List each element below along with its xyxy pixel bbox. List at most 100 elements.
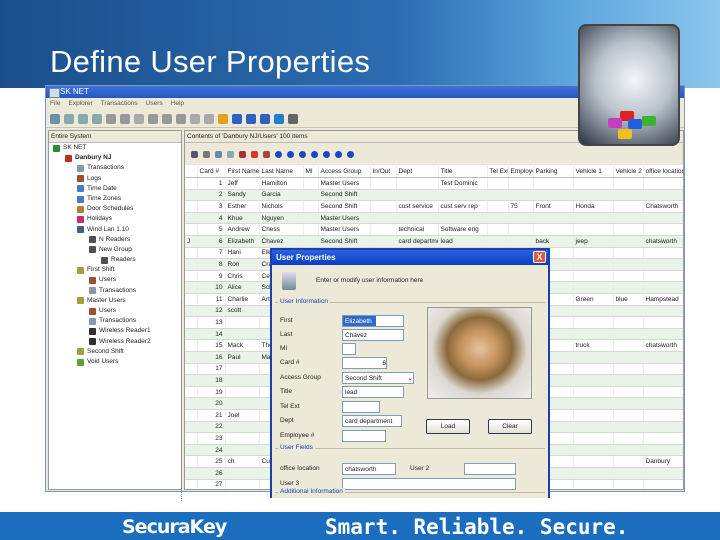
column-header[interactable]: Card # xyxy=(197,166,226,179)
tool-icon[interactable] xyxy=(227,150,234,158)
table-row[interactable]: 5 Andrew Chess Master Users technical Softwar… xyxy=(185,223,683,237)
last-field[interactable]: Chavez xyxy=(342,329,404,341)
column-header[interactable]: Parking xyxy=(533,166,574,179)
first-field[interactable]: Elizabeth xyxy=(342,315,404,327)
tool-icon[interactable] xyxy=(215,150,222,158)
column-header[interactable]: Title xyxy=(438,166,488,179)
menu-item-transactions[interactable]: Transactions xyxy=(101,100,138,107)
tree-node[interactable]: Transactions xyxy=(49,286,181,296)
column-header[interactable] xyxy=(185,166,198,179)
toolbar-button-icon[interactable] xyxy=(176,113,186,124)
mi-field[interactable] xyxy=(342,343,356,355)
tree-node[interactable]: Second Shift xyxy=(49,347,181,357)
tree-node[interactable]: Transactions xyxy=(49,316,181,326)
dept-field[interactable]: card department xyxy=(342,415,402,427)
tool-icon[interactable] xyxy=(263,150,270,158)
nav-arrow-icon[interactable] xyxy=(275,150,282,158)
tree-node[interactable]: Users xyxy=(49,306,181,316)
menu-item-explorer[interactable]: Explorer xyxy=(68,100,92,107)
table-cell: 8 xyxy=(197,258,226,271)
toolbar-button-icon[interactable] xyxy=(64,113,74,124)
tool-icon[interactable] xyxy=(203,150,210,158)
employee-field[interactable] xyxy=(342,430,386,442)
tree-node[interactable]: SK NET xyxy=(49,143,181,153)
column-header[interactable]: MI xyxy=(303,166,319,179)
clear-photo-button[interactable]: Clear xyxy=(488,419,532,434)
table-row[interactable]: 4 Khue Nguyen Master Users xyxy=(185,212,683,225)
toolbar-button-icon[interactable] xyxy=(288,113,298,124)
tree-node[interactable]: Master Users xyxy=(49,296,181,306)
tree-node[interactable]: Wireless Reader2 xyxy=(49,337,181,347)
nav-arrow-icon[interactable] xyxy=(311,150,318,158)
column-header[interactable]: First Name xyxy=(225,166,260,179)
nav-arrow-icon[interactable] xyxy=(287,150,294,158)
toolbar-button-icon[interactable] xyxy=(274,113,284,124)
nav-arrow-icon[interactable] xyxy=(335,150,342,158)
toolbar-button-icon[interactable] xyxy=(232,113,242,124)
tree-node[interactable]: Wireless Reader1 xyxy=(49,326,181,336)
tree-node[interactable]: New Group xyxy=(49,245,181,255)
access-field[interactable]: Second Shift ⌄ xyxy=(342,372,414,384)
dialog-title-bar[interactable]: User Properties X xyxy=(272,250,548,265)
nav-arrow-icon[interactable] xyxy=(323,150,330,158)
tree-node[interactable]: Users xyxy=(49,275,181,285)
ext-field[interactable] xyxy=(342,401,380,413)
menu-item-file[interactable]: File xyxy=(50,100,60,107)
toolbar-button-icon[interactable] xyxy=(120,113,130,124)
toolbar-button-icon[interactable] xyxy=(190,113,200,124)
column-header[interactable]: Vehicle 2 xyxy=(613,166,644,179)
tree-node[interactable]: Time Date xyxy=(49,184,181,194)
tool-icon[interactable] xyxy=(251,150,258,158)
toolbar-button-icon[interactable] xyxy=(260,113,270,124)
tree-node[interactable]: Readers xyxy=(49,255,181,265)
toolbar-button-icon[interactable] xyxy=(92,113,102,124)
tree-node[interactable]: Wind Lan 1.10 xyxy=(49,225,181,235)
load-photo-button[interactable]: Load xyxy=(426,419,470,434)
column-header[interactable]: office location xyxy=(643,166,683,179)
toolbar-button-icon[interactable] xyxy=(50,113,60,124)
tool-icon[interactable] xyxy=(239,150,246,158)
tree-node[interactable]: Void Users xyxy=(49,357,181,367)
column-header[interactable]: Last Name xyxy=(259,166,304,179)
column-header[interactable]: Access Group xyxy=(318,166,371,179)
tree-node[interactable]: Door Schedules xyxy=(49,204,181,214)
table-row[interactable]: 2 Sandy Garcia Second Shift xyxy=(185,189,683,202)
user3-field[interactable] xyxy=(342,478,516,490)
menu-item-help[interactable]: Help xyxy=(171,100,184,107)
user2-field[interactable] xyxy=(464,463,516,475)
tree-node[interactable]: N Readers xyxy=(49,235,181,245)
nav-arrow-icon[interactable] xyxy=(347,150,354,158)
tool-icon[interactable] xyxy=(191,150,198,158)
toolbar-button-icon[interactable] xyxy=(134,113,144,124)
column-header[interactable]: In/Out xyxy=(370,166,397,179)
tree-node[interactable]: Transactions xyxy=(49,163,181,173)
title-field[interactable]: lead xyxy=(342,386,404,398)
table-row[interactable]: 1 Jeff Hamilton Master Users Test Dominic xyxy=(185,177,683,190)
table-row[interactable]: J 6 Elizabeth Chavez Second Shift card depart… xyxy=(185,235,683,248)
table-cell xyxy=(573,455,614,468)
toolbar-button-icon[interactable] xyxy=(78,113,88,124)
tree-node[interactable]: First Shift xyxy=(49,265,181,275)
tree-node[interactable]: Time Zones xyxy=(49,194,181,204)
toolbar-button-icon[interactable] xyxy=(246,113,256,124)
nav-arrow-icon[interactable] xyxy=(299,150,306,158)
toolbar-button-icon[interactable] xyxy=(148,113,158,124)
chevron-down-icon[interactable]: ⌄ xyxy=(408,373,413,384)
toolbar-button-icon[interactable] xyxy=(162,113,172,124)
close-button[interactable]: X xyxy=(533,251,546,263)
column-header[interactable]: Dept xyxy=(396,166,439,179)
toolbar-button-icon[interactable] xyxy=(218,113,228,124)
column-header[interactable]: Tel Ext xyxy=(487,166,509,179)
toolbar-button-icon[interactable] xyxy=(106,113,116,124)
column-header[interactable]: Vehicle 1 xyxy=(573,166,614,179)
column-header[interactable]: Employee xyxy=(508,166,534,179)
tree-node[interactable]: Holidays xyxy=(49,214,181,224)
tree-node[interactable]: Logs xyxy=(49,174,181,184)
system-tree[interactable]: SK NET Danbury NJ Transactions Logs Time Dat… xyxy=(49,143,181,367)
toolbar-button-icon[interactable] xyxy=(204,113,214,124)
tree-node[interactable]: Danbury NJ xyxy=(49,153,181,163)
office-field[interactable]: chatsworth xyxy=(342,463,396,475)
table-row[interactable]: 3 Esther Nichols Second Shift cust service cu… xyxy=(185,200,683,213)
card-field[interactable]: 6 xyxy=(342,357,387,369)
menu-item-users[interactable]: Users xyxy=(146,100,163,107)
